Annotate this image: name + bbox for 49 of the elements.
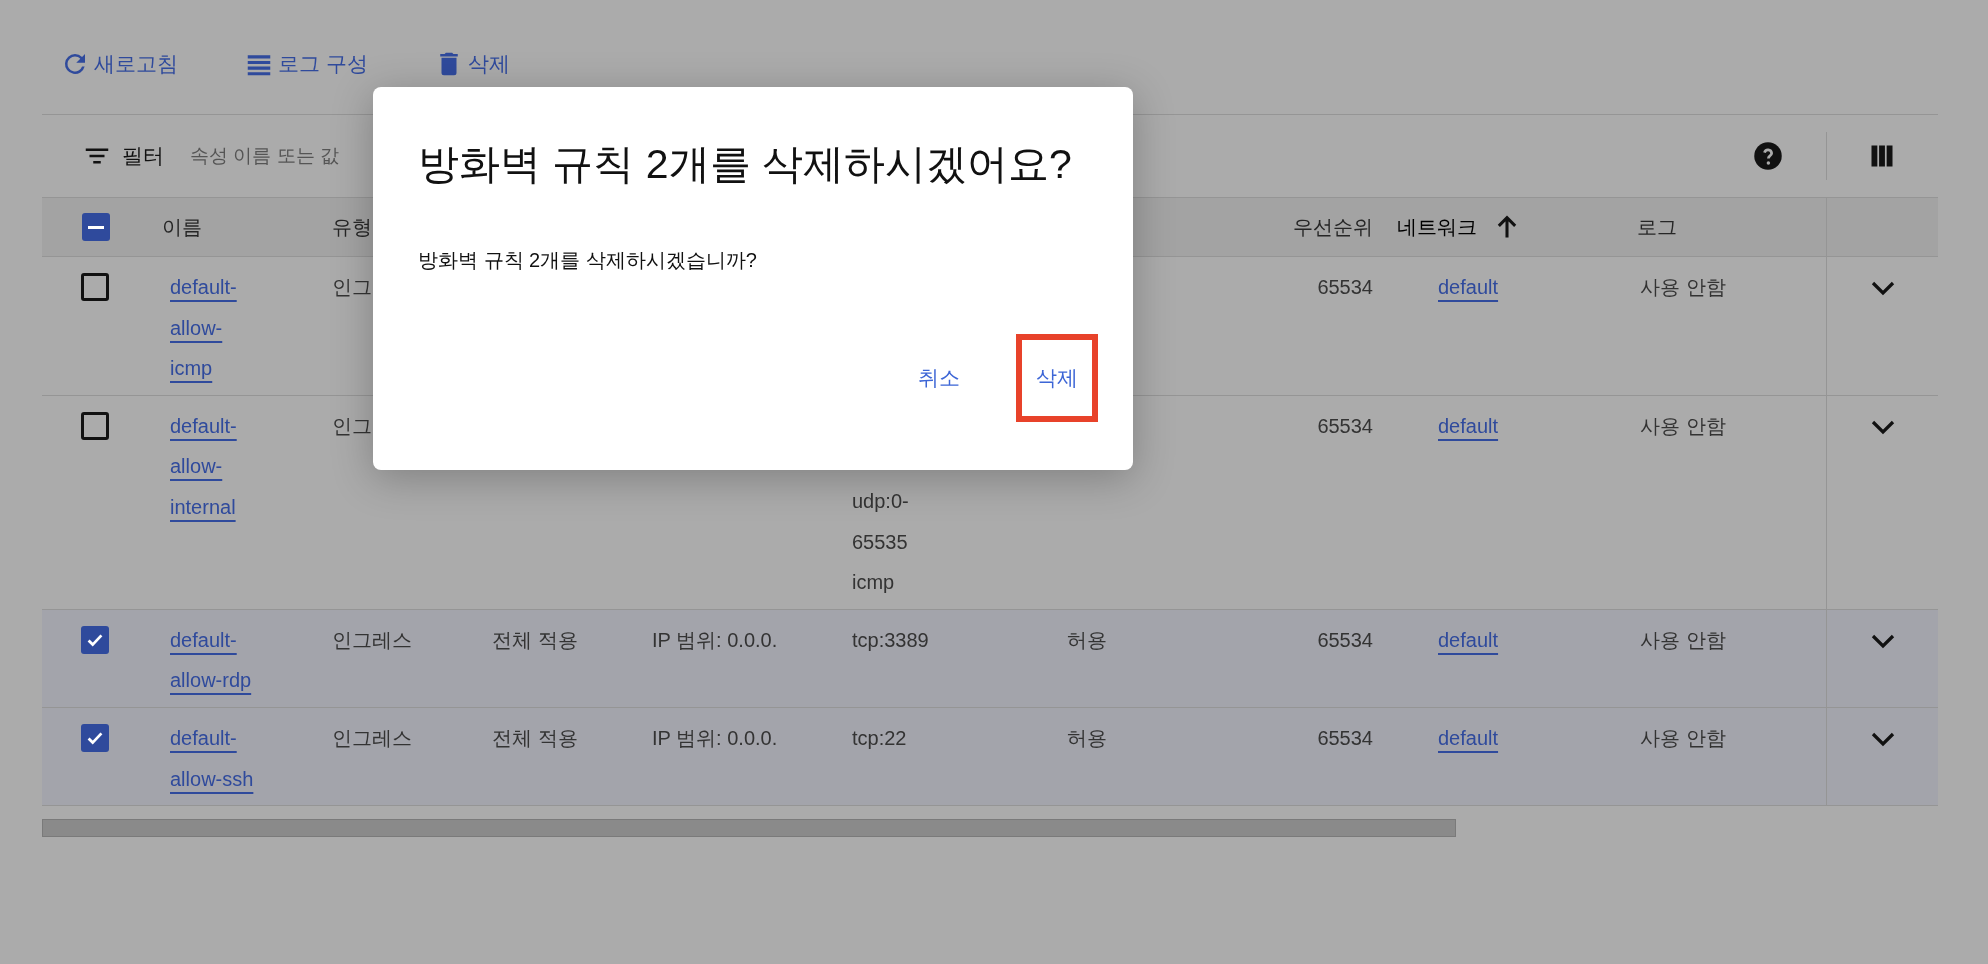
network-link[interactable]: default	[1438, 405, 1499, 447]
horizontal-scrollbar[interactable]	[42, 819, 1456, 838]
column-header[interactable]: 유형	[332, 217, 372, 237]
rule-name-link[interactable]: default-allow-rdp	[170, 619, 256, 701]
log-text: 사용 안함	[1640, 413, 1726, 439]
log-text: 사용 안함	[1640, 725, 1726, 751]
dialog-title: 방화벽 규칙 2개를 삭제하시겠어요?	[418, 140, 1073, 189]
protocol-text: icmp	[852, 570, 895, 596]
row-checkbox[interactable]	[81, 411, 109, 440]
action-text: 허용	[1067, 627, 1107, 653]
rule-name-link[interactable]: default-allow-icmp	[170, 267, 256, 389]
log-text: 사용 안함	[1640, 627, 1726, 653]
network-link[interactable]: default	[1438, 717, 1499, 759]
priority-text: 65534	[1317, 413, 1373, 439]
network-link[interactable]: default	[1438, 619, 1499, 661]
network-link[interactable]: default	[1438, 267, 1499, 308]
priority-text: 65534	[1317, 627, 1373, 653]
toolbar-button[interactable]: 새로고침	[60, 49, 178, 79]
log-text: 사용 안함	[1640, 275, 1726, 300]
target-text: 전체 적용	[492, 725, 578, 751]
column-header[interactable]: 네트워크	[1397, 217, 1477, 237]
type-text: 인그	[332, 275, 372, 300]
source-text: IP 범위: 0.0.0.	[652, 627, 778, 653]
filter-field[interactable]: 속성 이름 또는 값	[190, 145, 390, 167]
row-checkbox[interactable]	[81, 723, 109, 752]
toolbar-button[interactable]: 로그 구성	[244, 49, 368, 79]
row-checkbox[interactable]	[81, 273, 109, 301]
toolbar-button[interactable]: 삭제	[433, 49, 510, 79]
type-text: 인그레스	[332, 627, 412, 653]
source-text: IP 범위: 0.0.0.	[652, 725, 778, 751]
select-all-checkbox[interactable]	[82, 213, 110, 241]
column-header[interactable]: 우선순위	[1293, 217, 1373, 237]
column-header[interactable]: 이름	[162, 217, 202, 237]
priority-text: 65534	[1317, 725, 1373, 751]
protocol-text: tcp:22	[852, 725, 907, 751]
dialog-message: 방화벽 규칙 2개를 삭제하시겠습니까?	[418, 248, 758, 274]
highlighted-dialog-button[interactable]: 삭제	[1016, 334, 1098, 423]
type-text: 인그	[332, 413, 372, 439]
help-icon[interactable]	[1753, 141, 1783, 171]
filter-button[interactable]: 필터	[82, 141, 164, 171]
priority-text: 65534	[1317, 275, 1373, 300]
row-checkbox[interactable]	[81, 625, 109, 654]
rule-name-link[interactable]: default-allow-ssh	[170, 717, 256, 800]
target-text: 전체 적용	[492, 627, 578, 653]
action-text: 허용	[1067, 725, 1107, 751]
type-text: 인그레스	[332, 725, 412, 751]
column-header[interactable]: 로그	[1637, 217, 1677, 237]
protocol-text: tcp:3389	[852, 627, 929, 653]
rule-name-link[interactable]: default-allow-internal	[170, 405, 256, 528]
